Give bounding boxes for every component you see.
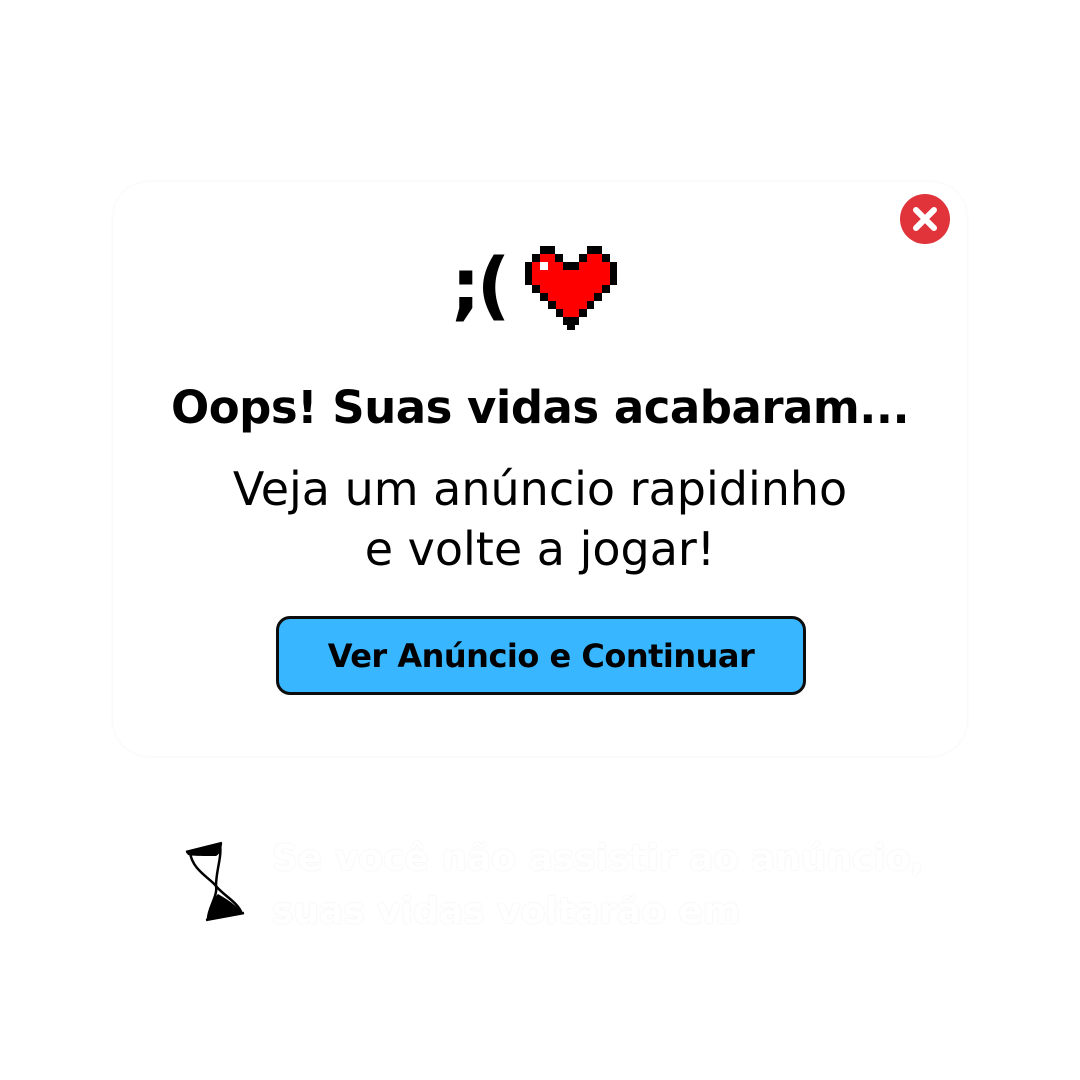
pixel-heart-icon	[525, 246, 617, 330]
emote-row: ;(	[113, 242, 967, 338]
ad-offer-screen: ;(Oops! Suas vidas acabaram... Veja um …	[0, 0, 1080, 1080]
lives-notice-line-2: suas vidas voltarão em	[272, 891, 741, 932]
watch-ad-button[interactable]: Ver Anúncio e Continuar	[276, 616, 806, 695]
close-icon	[900, 194, 950, 244]
close-button[interactable]	[900, 194, 950, 244]
modal-subtitle-line-1: Veja um anúncio rapidinho	[232, 462, 848, 516]
sad-face-emote: ;(	[451, 243, 510, 329]
modal-subtitle-line-2: e volte a jogar!	[364, 522, 716, 576]
lives-notice-line-1: Se você não assistir ao anúncio,	[272, 838, 925, 879]
modal-headline: Oops! Suas vidas acabaram...	[170, 381, 910, 434]
out-of-lives-modal: ;(Oops! Suas vidas acabaram... Veja um …	[113, 182, 967, 756]
hourglass-icon	[185, 841, 245, 922]
